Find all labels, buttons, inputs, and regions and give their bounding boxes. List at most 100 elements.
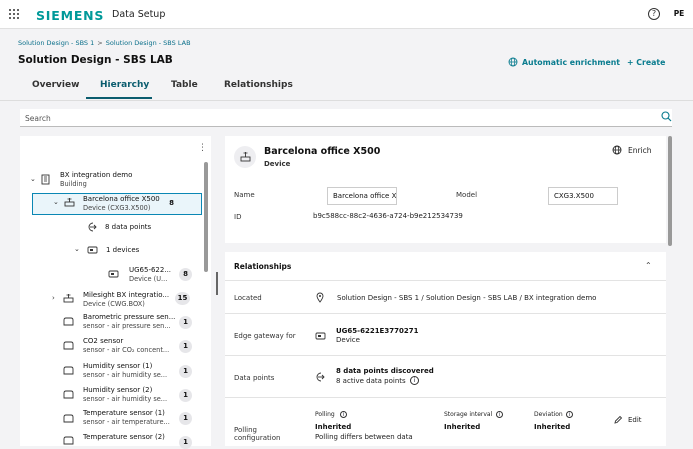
gateway-device-icon — [240, 152, 251, 162]
relationships-title: Relationships — [234, 262, 292, 271]
gateway-device-icon — [64, 198, 75, 207]
sensor-icon — [63, 436, 74, 445]
create-button[interactable]: + Create — [627, 58, 665, 67]
info-icon[interactable]: i — [340, 411, 347, 418]
search-input[interactable] — [20, 109, 620, 127]
located-label: Located — [234, 294, 262, 302]
page-title: Solution Design - SBS LAB — [18, 54, 173, 66]
brand-logo: SIEMENS — [36, 8, 105, 23]
polling-value: Inherited — [315, 423, 352, 431]
info-icon[interactable]: i — [410, 376, 419, 385]
tree-item-data-points[interactable]: 8 data points — [105, 223, 151, 232]
tree-item-name: Humidity sensor (2) — [83, 386, 153, 394]
breadcrumb: Solution Design - SBS 1 > Solution Design … — [18, 39, 191, 47]
edge-device-name[interactable]: UG65-6221E3770271 — [336, 327, 418, 335]
enrich-button[interactable]: Enrich — [628, 146, 652, 155]
tree-item-name: UG65-622... — [129, 266, 172, 274]
active-tab-indicator — [86, 97, 152, 99]
edge-device-type: Device — [336, 336, 360, 344]
data-points-icon — [316, 372, 325, 382]
polling-header: Polling — [315, 411, 335, 418]
tree-item-type: Building — [60, 180, 87, 188]
building-icon — [41, 174, 50, 185]
tree-item-ug65[interactable]: UG65-622... Device (U... — [129, 266, 171, 283]
tree-item-sensor[interactable]: Humidity sensor (1) sensor - air humidit… — [83, 362, 167, 379]
tree-scrollbar[interactable] — [204, 162, 208, 272]
count-badge: 8 — [169, 199, 174, 207]
data-points-discovered[interactable]: 8 data points discovered — [336, 367, 434, 375]
automatic-enrichment-button[interactable]: Automatic enrichment — [522, 58, 620, 67]
polling-note: Polling differs between data — [315, 433, 413, 441]
device-icon — [315, 332, 326, 340]
tab-relationships[interactable]: Relationships — [224, 80, 293, 90]
breadcrumb-separator: > — [97, 39, 103, 47]
tree-item-sensor[interactable]: Temperature sensor (1) sensor - air temp… — [83, 409, 170, 426]
tree-item-type: sensor - air CO₂ concent... — [83, 346, 170, 354]
storage-interval-value: Inherited — [444, 423, 481, 431]
tree-item-name: Barometric pressure sen... — [83, 313, 176, 321]
polling-configuration-label: Polling configuration — [234, 426, 281, 442]
chevron-down-icon[interactable]: ⌄ — [74, 245, 80, 253]
chevron-down-icon[interactable]: ⌄ — [53, 198, 59, 206]
tree-item-type: sensor - air pressure sen... — [83, 322, 171, 330]
tree-item-name: Temperature sensor (2) — [83, 433, 165, 441]
avatar[interactable]: PE — [670, 6, 688, 22]
name-field[interactable]: Barcelona office X — [327, 187, 397, 205]
tree-item-type: sensor - air temperature... — [83, 418, 170, 426]
count-badge: 1 — [179, 412, 192, 425]
model-label: Model — [456, 191, 478, 199]
location-pin-icon — [316, 292, 324, 303]
info-icon[interactable]: i — [496, 411, 503, 418]
info-icon[interactable]: i — [566, 411, 573, 418]
count-badge: 1 — [179, 365, 192, 378]
sensor-icon — [63, 414, 74, 423]
count-badge: 15 — [175, 292, 190, 305]
model-field[interactable]: CXG3.X500 — [548, 187, 618, 205]
tree-item-type: sensor - air humidity se... — [83, 371, 168, 379]
more-options-icon[interactable]: ⋮ — [198, 143, 207, 153]
sensor-icon — [63, 341, 74, 350]
deviation-header: Deviation — [534, 411, 563, 418]
tree-item-name: CO2 sensor — [83, 337, 124, 345]
pencil-icon — [614, 415, 623, 424]
breadcrumb-link[interactable]: Solution Design - SBS 1 — [18, 39, 94, 47]
tree-item-device: Barcelona office X500 Device (CXG3.X500) — [83, 195, 160, 212]
data-points-label: Data points — [234, 374, 275, 382]
tree-item-devices[interactable]: 1 devices — [106, 246, 139, 255]
tree-item-sensor[interactable]: CO2 sensor sensor - air CO₂ concent... — [83, 337, 169, 354]
tab-divider — [0, 100, 693, 101]
tree-item-type: Device (CWG.BOX) — [83, 300, 145, 308]
panel-resize-handle[interactable] — [216, 272, 218, 295]
count-badge: 1 — [179, 389, 192, 402]
device-subtitle: Device — [264, 160, 291, 168]
count-badge: 1 — [179, 316, 192, 329]
deviation-value: Inherited — [534, 423, 571, 431]
breadcrumb-link[interactable]: Solution Design - SBS LAB — [106, 39, 191, 47]
chevron-up-icon[interactable]: ⌃ — [645, 261, 652, 270]
tree-item-sensor[interactable]: Humidity sensor (2) sensor - air humidit… — [83, 386, 167, 403]
search-icon[interactable] — [661, 111, 672, 122]
details-scrollbar[interactable] — [668, 136, 672, 246]
tree-item-building[interactable]: BX integration demo Building — [60, 171, 132, 188]
tab-overview[interactable]: Overview — [32, 80, 79, 90]
tab-hierarchy[interactable]: Hierarchy — [100, 80, 149, 90]
tree-item-milesight[interactable]: Milesight BX integratio... Device (CWG.B… — [83, 291, 169, 308]
tree-item-sensor[interactable]: Barometric pressure sen... sensor - air … — [83, 313, 175, 330]
search-bar — [20, 109, 672, 127]
tab-table[interactable]: Table — [171, 80, 198, 90]
divider — [225, 313, 666, 314]
tree-item-type: sensor - air humidity se... — [83, 395, 168, 403]
app-launcher-icon[interactable] — [9, 9, 20, 20]
help-icon[interactable]: ? — [648, 8, 660, 20]
divider — [225, 397, 666, 398]
chevron-right-icon[interactable]: › — [52, 294, 55, 302]
gateway-device-icon — [63, 294, 74, 303]
located-path[interactable]: Solution Design - SBS 1 / Solution Desig… — [337, 294, 596, 302]
chevron-down-icon[interactable]: ⌄ — [30, 175, 36, 183]
tree-item-sensor[interactable]: Temperature sensor (2) — [83, 433, 165, 442]
sensor-icon — [63, 366, 74, 375]
tree-item-name: BX integration demo — [60, 171, 133, 179]
globe-icon — [612, 145, 622, 155]
storage-interval-header: Storage interval — [444, 411, 493, 418]
edit-button[interactable]: Edit — [628, 416, 642, 424]
